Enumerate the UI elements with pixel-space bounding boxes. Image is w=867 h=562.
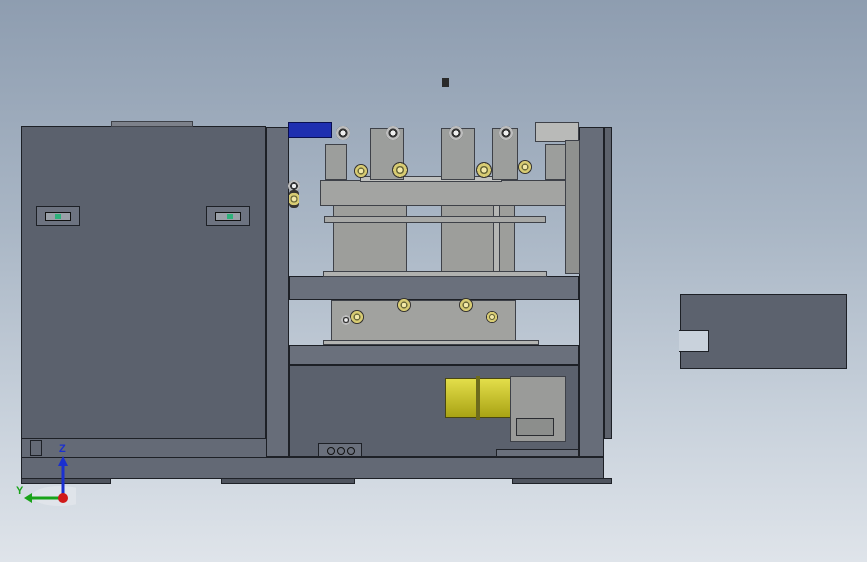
connector-port-icon — [337, 447, 345, 455]
mount-window — [516, 418, 554, 436]
blue-bracket[interactable] — [288, 122, 332, 138]
connector-plate[interactable] — [318, 443, 362, 457]
frame-lower-rail[interactable] — [289, 345, 579, 365]
left-panel-top-handle[interactable] — [111, 121, 193, 127]
upper-crossbeam[interactable] — [320, 180, 580, 206]
base-foot-right — [512, 478, 612, 484]
z-axis-label: Z — [59, 443, 66, 455]
connector-port-icon — [327, 447, 335, 455]
drive-gear-3[interactable] — [459, 298, 473, 312]
roller-1[interactable] — [336, 126, 350, 140]
drive-base-bar[interactable] — [323, 340, 539, 345]
y-axis-label: Y — [16, 485, 24, 497]
base-foot-mid — [221, 478, 355, 484]
base-plate[interactable] — [21, 457, 604, 479]
gear-1[interactable] — [354, 164, 368, 178]
drive-gear-4[interactable] — [486, 311, 498, 323]
middle-shelf[interactable] — [324, 216, 546, 223]
connector-port-icon — [347, 447, 355, 455]
right-side-plate[interactable] — [565, 140, 580, 274]
floating-marker-icon — [442, 78, 449, 87]
detached-plate-notch — [679, 330, 709, 352]
top-right-bracket[interactable] — [535, 122, 579, 142]
gear-3[interactable] — [476, 162, 492, 178]
column-base-plate[interactable] — [323, 271, 547, 277]
left-latch[interactable] — [36, 206, 80, 226]
orientation-triad[interactable]: Z Y — [16, 443, 88, 506]
gear-4[interactable] — [518, 160, 532, 174]
left-enclosure-panel[interactable] — [21, 126, 266, 440]
side-gear[interactable] — [289, 190, 299, 208]
frame-middle-rail[interactable] — [289, 276, 579, 300]
latch-indicator-icon — [55, 214, 61, 219]
frame-left-post[interactable] — [266, 127, 289, 457]
roller-2[interactable] — [386, 126, 400, 140]
column-center-shaft[interactable] — [493, 196, 500, 274]
roller-4[interactable] — [499, 126, 513, 140]
drive-roller[interactable] — [341, 315, 351, 325]
top-block-left[interactable] — [325, 144, 347, 180]
triad-axes-icon — [24, 456, 88, 506]
latch-indicator-icon — [227, 214, 233, 219]
gear-2[interactable] — [392, 162, 408, 178]
roller-3[interactable] — [449, 126, 463, 140]
top-block-right[interactable] — [545, 144, 567, 180]
drive-gear-2[interactable] — [397, 298, 411, 312]
right-latch[interactable] — [206, 206, 250, 226]
frame-right-post[interactable] — [579, 127, 604, 457]
motor-flange[interactable] — [476, 376, 480, 420]
frame-right-outer[interactable] — [604, 127, 612, 439]
drive-gear-1[interactable] — [350, 310, 364, 324]
base-step — [496, 449, 579, 457]
